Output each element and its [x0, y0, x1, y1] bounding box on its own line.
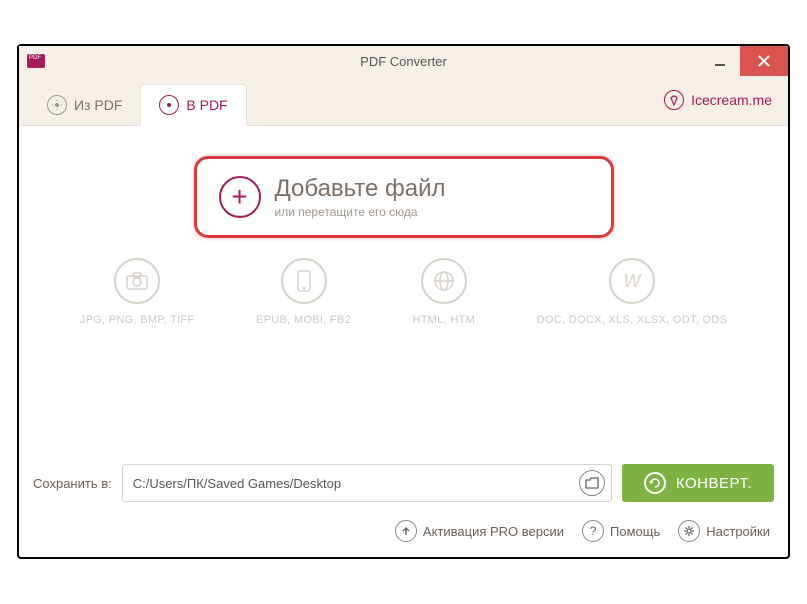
window-title: PDF Converter	[360, 54, 447, 69]
from-pdf-icon	[47, 95, 67, 115]
save-label: Сохранить в:	[33, 476, 112, 491]
tab-from-pdf-label: Из PDF	[74, 97, 122, 113]
close-button[interactable]	[740, 46, 788, 76]
convert-button[interactable]: КОНВЕРТ.	[622, 464, 774, 502]
settings-label: Настройки	[706, 524, 770, 539]
folder-icon	[585, 477, 599, 489]
save-path-input[interactable]: C:/Users/ПК/Saved Games/Desktop	[122, 464, 612, 502]
arrow-up-icon	[395, 520, 417, 542]
add-file-button[interactable]: + Добавьте файл или перетащите его сюда	[194, 156, 614, 238]
brand-link[interactable]: Icecream.me	[664, 90, 772, 110]
save-row: Сохранить в: C:/Users/ПК/Saved Games/Des…	[33, 464, 774, 502]
settings-link[interactable]: Настройки	[678, 520, 770, 542]
save-path-value: C:/Users/ПК/Saved Games/Desktop	[133, 476, 579, 491]
phone-icon	[281, 258, 327, 304]
main-area: + Добавьте файл или перетащите его сюда …	[19, 126, 788, 446]
format-ebook: EPUB, MOBI, FB2	[256, 258, 351, 326]
help-link[interactable]: ? Помощь	[582, 520, 660, 542]
window-controls	[700, 46, 788, 76]
minimize-button[interactable]	[700, 46, 740, 76]
add-file-text: Добавьте файл или перетащите его сюда	[275, 175, 446, 219]
format-doc-label: DOC, DOCX, XLS, XLSX, ODT, ODS	[537, 314, 728, 326]
format-ebook-label: EPUB, MOBI, FB2	[256, 314, 351, 326]
tab-to-pdf[interactable]: В PDF	[140, 84, 246, 126]
activate-pro-label: Активация PRO версии	[423, 524, 564, 539]
icecream-icon	[664, 90, 684, 110]
close-icon	[758, 55, 770, 67]
app-window: PDF Converter Из PDF В PDF	[17, 44, 790, 559]
footer: Активация PRO версии ? Помощь Настройки	[19, 502, 788, 542]
add-file-hint: или перетащите его сюда	[275, 205, 446, 219]
format-image: JPG, PNG, BMP, TIFF	[80, 258, 195, 326]
format-web-label: HTML, HTM	[413, 314, 476, 326]
titlebar: PDF Converter	[19, 46, 788, 76]
help-label: Помощь	[610, 524, 660, 539]
help-icon: ?	[582, 520, 604, 542]
formats-row: JPG, PNG, BMP, TIFF EPUB, MOBI, FB2 HTML…	[19, 238, 788, 326]
tab-from-pdf[interactable]: Из PDF	[29, 85, 140, 125]
globe-icon	[421, 258, 467, 304]
format-web: HTML, HTM	[413, 258, 476, 326]
plus-icon: +	[219, 176, 261, 218]
app-icon	[27, 54, 45, 68]
format-doc: W DOC, DOCX, XLS, XLSX, ODT, ODS	[537, 258, 728, 326]
minimize-icon	[714, 55, 726, 67]
camera-icon	[114, 258, 160, 304]
convert-label: КОНВЕРТ.	[676, 475, 752, 492]
svg-text:W: W	[623, 271, 642, 291]
activate-pro-link[interactable]: Активация PRO версии	[395, 520, 564, 542]
format-image-label: JPG, PNG, BMP, TIFF	[80, 314, 195, 326]
to-pdf-icon	[159, 95, 179, 115]
tab-to-pdf-label: В PDF	[186, 97, 227, 113]
word-icon: W	[609, 258, 655, 304]
add-file-title: Добавьте файл	[275, 175, 446, 203]
convert-icon	[644, 472, 666, 494]
gear-icon	[678, 520, 700, 542]
toolbar: Из PDF В PDF Icecream.me	[19, 76, 788, 126]
brand-label: Icecream.me	[691, 92, 772, 108]
browse-folder-button[interactable]	[579, 470, 605, 496]
